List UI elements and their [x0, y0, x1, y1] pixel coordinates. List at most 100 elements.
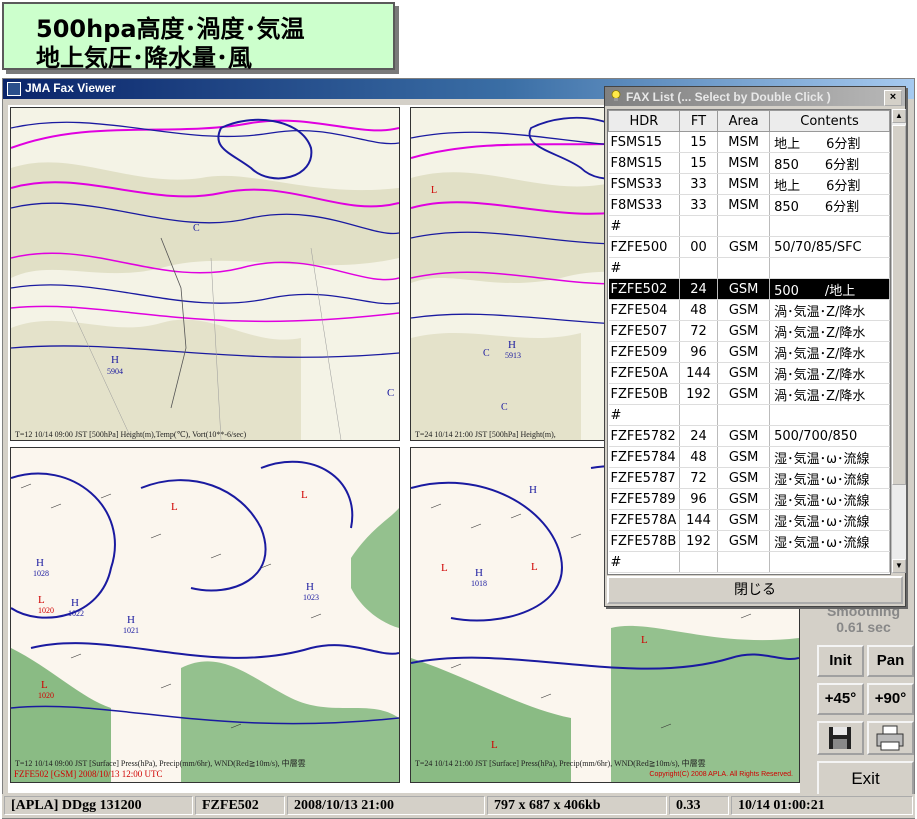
fax-row-contents: 渦･気温･Z/降水 — [769, 320, 890, 342]
fax-list-row[interactable]: FZFE578A 144 GSM 湿･気温･ω･流線 — [608, 509, 890, 531]
fax-row-ft: 24 — [679, 425, 719, 447]
fax-row-hdr: FSMS15 — [608, 131, 680, 153]
fax-list-row[interactable]: F8MS33 33 MSM 850 6分割 — [608, 194, 890, 216]
fax-row-hdr: # — [608, 257, 680, 279]
status-file: FZFE502 — [195, 796, 285, 815]
fax-list-row[interactable]: FZFE50A 144 GSM 渦･気温･Z/降水 — [608, 362, 890, 384]
scroll-down-icon[interactable]: ▼ — [892, 559, 906, 573]
init-button[interactable]: Init — [817, 645, 864, 677]
status-image-size: 797 x 687 x 406kb — [487, 796, 667, 815]
fax-row-ft: 144 — [679, 509, 719, 531]
fax-row-contents: 地上 6分割 — [769, 173, 890, 195]
copyright-notice: Copyright(C) 2008 APLA. All Rights Reser… — [649, 771, 793, 778]
fax-row-contents: 渦･気温･Z/降水 — [769, 362, 890, 384]
fax-row-ft: 72 — [679, 467, 719, 489]
save-button[interactable] — [817, 721, 864, 755]
fax-list-row[interactable]: FZFE507 72 GSM 渦･気温･Z/降水 — [608, 320, 890, 342]
fax-list-row[interactable]: FZFE5787 72 GSM 湿･気温･ω･流線 — [608, 467, 890, 489]
fax-list-row[interactable]: # — [608, 404, 890, 426]
fax-list-table-container[interactable]: HDR FT Area Contents FSMS15 15 MSM 地上 6分割 F8… — [607, 109, 891, 575]
close-icon[interactable]: × — [884, 90, 902, 106]
svg-text:H: H — [36, 557, 44, 569]
fax-list-row[interactable]: FZFE502 24 GSM 500 /地上 — [608, 278, 890, 300]
fax-row-area: GSM — [717, 425, 771, 447]
fax-list-row[interactable]: FZFE5782 24 GSM 500/700/850 — [608, 425, 890, 447]
fax-list-titlebar[interactable]: FAX List (... Select by Double Click ) × — [605, 87, 905, 106]
fax-list-row[interactable]: FSMS15 15 MSM 地上 6分割 — [608, 131, 890, 153]
fax-list-row[interactable]: FZFE5789 96 GSM 湿･気温･ω･流線 — [608, 488, 890, 510]
fax-row-contents: 850 6分割 — [769, 194, 890, 216]
scroll-up-icon[interactable]: ▲ — [892, 109, 906, 123]
svg-text:H: H — [475, 567, 483, 579]
fax-list-table: HDR FT Area Contents FSMS15 15 MSM 地上 6分割 F8… — [608, 110, 890, 573]
fax-list-title: FAX List (... Select by Double Click ) — [626, 90, 831, 104]
fax-row-ft: 33 — [679, 194, 719, 216]
fax-row-area — [717, 215, 771, 237]
fax-row-ft: 96 — [679, 488, 719, 510]
fax-row-contents: 850 6分割 — [769, 152, 890, 174]
fax-row-ft: 144 — [679, 362, 719, 384]
fax-row-ft: 48 — [679, 446, 719, 468]
fax-row-contents: 湿･気温･ω･流線 — [769, 509, 890, 531]
close-list-button[interactable]: 閉じる — [607, 576, 903, 604]
fax-list-row[interactable]: FZFE500 00 GSM 50/70/85/SFC — [608, 236, 890, 258]
printer-icon — [876, 725, 904, 751]
fax-list-row[interactable]: FZFE504 48 GSM 渦･気温･Z/降水 — [608, 299, 890, 321]
fax-row-hdr: FZFE5784 — [608, 446, 680, 468]
fax-row-area — [717, 257, 771, 279]
rotate-90-button[interactable]: +90° — [867, 683, 914, 715]
fax-list-row[interactable]: F8MS15 15 MSM 850 6分割 — [608, 152, 890, 174]
fax-row-contents: 渦･気温･Z/降水 — [769, 383, 890, 405]
fax-list-row[interactable]: FZFE50B 192 GSM 渦･気温･Z/降水 — [608, 383, 890, 405]
status-app: [APLA] DDgg 131200 — [4, 796, 193, 815]
fax-row-contents: 湿･気温･ω･流線 — [769, 488, 890, 510]
status-ratio: 0.33 — [669, 796, 729, 815]
fax-list-row[interactable]: FSMS33 33 MSM 地上 6分割 — [608, 173, 890, 195]
fax-row-contents: 湿･気温･ω･流線 — [769, 530, 890, 552]
svg-text:L: L — [491, 739, 498, 751]
caption-500hpa-t24: T=24 10/14 21:00 JST [500hPa] Height(m), — [415, 430, 556, 439]
fax-row-hdr: FZFE509 — [608, 341, 680, 363]
column-header-area[interactable]: Area — [717, 110, 771, 132]
fax-list-row[interactable]: FZFE578B 192 GSM 湿･気温･ω･流線 — [608, 530, 890, 552]
fax-list-row[interactable]: FZFE5784 48 GSM 湿･気温･ω･流線 — [608, 446, 890, 468]
exit-button[interactable]: Exit — [817, 761, 914, 797]
fax-row-area: GSM — [717, 383, 771, 405]
svg-text:H: H — [508, 339, 516, 351]
banner-line-2: 地上気圧･降水量･風 — [36, 44, 252, 72]
fax-row-contents: 500/700/850 — [769, 425, 890, 447]
scrollbar-thumb[interactable] — [892, 125, 906, 485]
fax-list-scrollbar[interactable]: ▲ ▼ — [891, 109, 906, 573]
caption-surface-t24: T=24 10/14 21:00 JST [Surface] Press(hPa… — [415, 759, 706, 768]
svg-text:5913: 5913 — [505, 351, 521, 360]
floppy-disk-icon — [829, 727, 851, 749]
chart-identifier-label: FZFE502 [GSM] 2008/10/13 12:00 UTC — [14, 769, 163, 779]
svg-text:H: H — [529, 484, 537, 496]
column-header-ft[interactable]: FT — [678, 110, 719, 132]
fax-row-area — [717, 551, 771, 573]
status-issued-time: 2008/10/13 21:00 — [287, 796, 485, 815]
fax-list-row[interactable]: # — [608, 551, 890, 573]
fax-list-row[interactable]: FZFE509 96 GSM 渦･気温･Z/降水 — [608, 341, 890, 363]
fax-row-area: GSM — [717, 530, 771, 552]
column-header-hdr[interactable]: HDR — [608, 110, 680, 132]
svg-text:1023: 1023 — [303, 593, 319, 602]
map-panel-500hpa-t12: H 5904 C C T=12 10/14 09:00 JST [500hPa]… — [10, 107, 400, 441]
print-button[interactable] — [867, 721, 914, 755]
fax-list-row[interactable]: # — [608, 257, 890, 279]
fax-row-area: GSM — [717, 488, 771, 510]
fax-row-ft: 48 — [679, 299, 719, 321]
pan-button[interactable]: Pan — [867, 645, 914, 677]
column-header-contents[interactable]: Contents — [769, 110, 890, 132]
fax-row-hdr: FZFE5782 — [608, 425, 680, 447]
svg-text:L: L — [38, 594, 45, 606]
fax-list-row[interactable]: # — [608, 215, 890, 237]
fax-row-contents — [769, 257, 890, 279]
rotate-45-button[interactable]: +45° — [817, 683, 864, 715]
fax-row-contents: 湿･気温･ω･流線 — [769, 467, 890, 489]
fax-row-hdr: FZFE50A — [608, 362, 680, 384]
map-surface-t12-drawing: H 1028 H 1022 L 1020 L 1020 H 1021 H 102… — [11, 448, 399, 782]
fax-row-ft: 192 — [679, 383, 719, 405]
fax-row-ft: 96 — [679, 341, 719, 363]
fax-row-area: GSM — [717, 236, 771, 258]
